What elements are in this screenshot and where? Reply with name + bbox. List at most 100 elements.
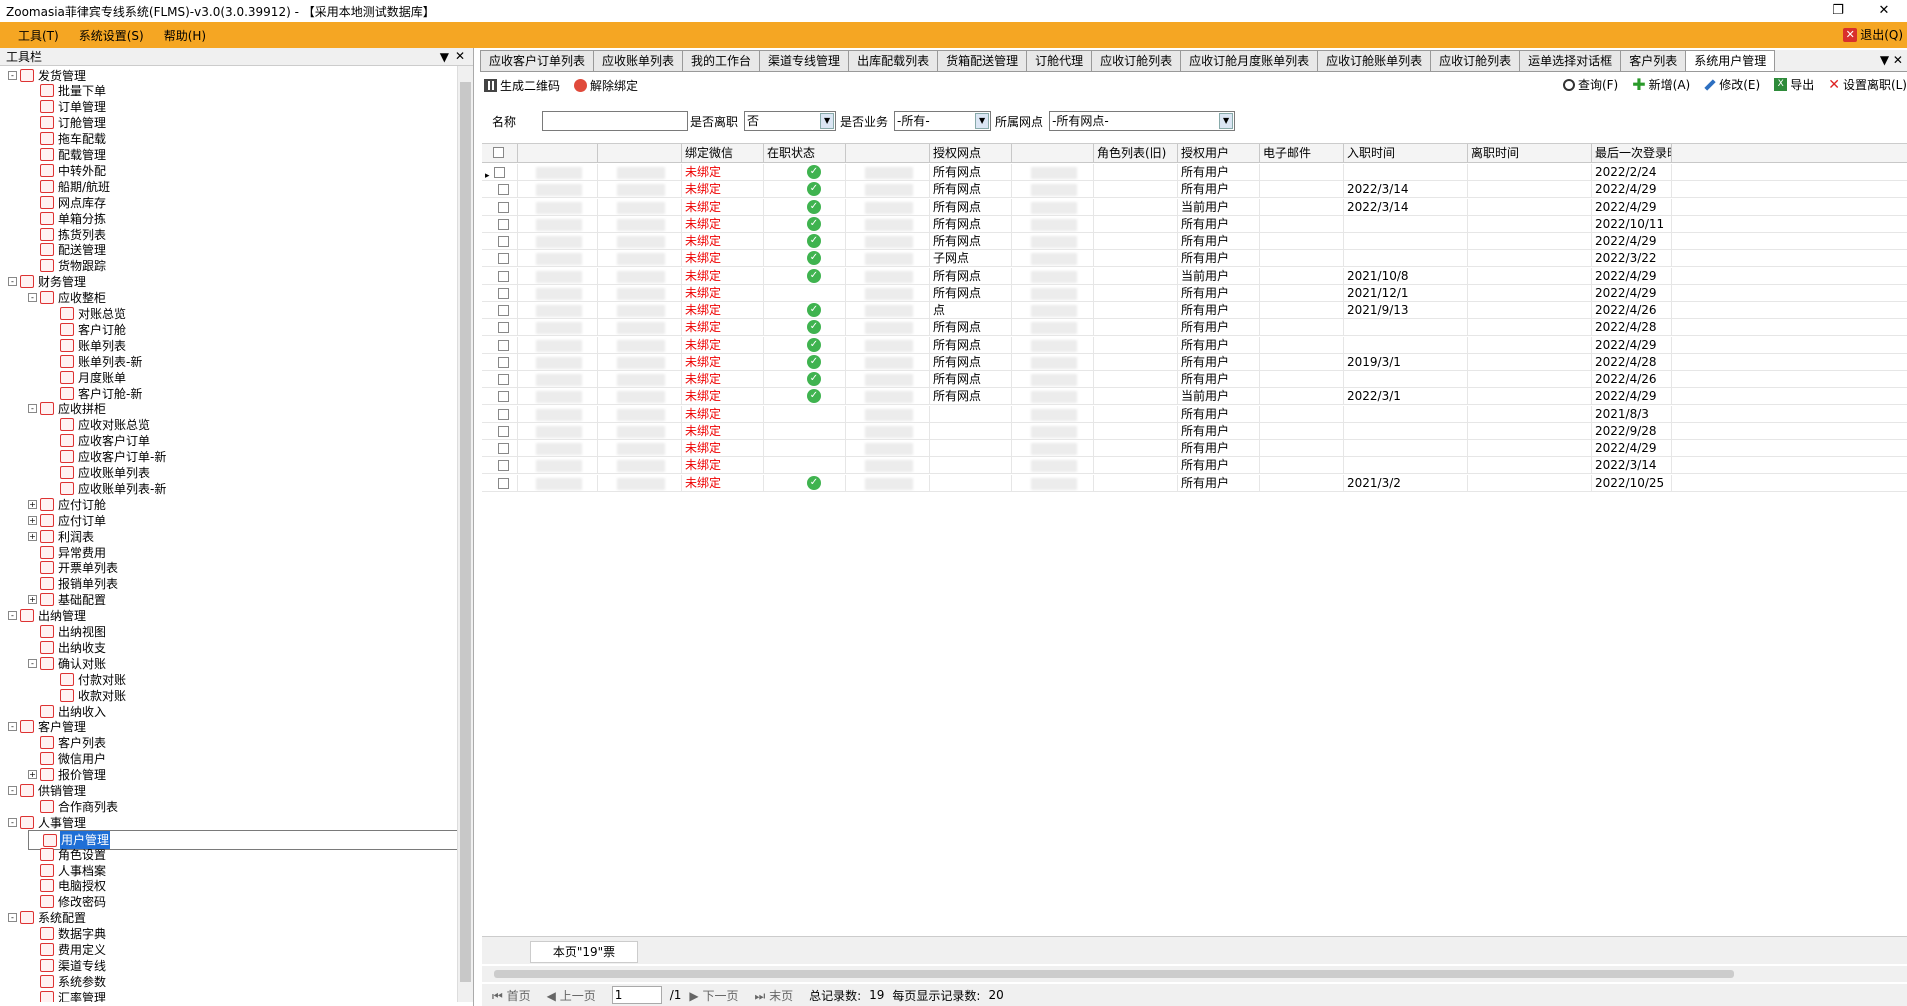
tree-item[interactable]: 微信用户 (28, 751, 107, 767)
tab[interactable]: 应收订舱账单列表 (1317, 50, 1432, 71)
column-header[interactable] (1012, 144, 1094, 163)
row-checkbox[interactable] (498, 184, 509, 196)
row-checkbox[interactable] (493, 167, 505, 178)
tab[interactable]: 应收订舱列表 (1091, 50, 1182, 71)
row-checkbox[interactable] (498, 443, 509, 454)
tree-item[interactable]: 人事档案 (28, 862, 107, 878)
tree-item[interactable]: 费用定义 (28, 942, 107, 958)
unbind-button[interactable]: 解除绑定 (574, 77, 638, 94)
tree-item[interactable]: 出纳视图 (28, 624, 107, 640)
column-header[interactable]: 离职时间 (1468, 144, 1592, 163)
tab-menu-icon[interactable]: ▼ ✕ (1880, 53, 1903, 67)
row-checkbox[interactable] (498, 374, 509, 385)
column-header[interactable]: 电子邮件 (1260, 144, 1344, 163)
column-header[interactable]: 角色列表(旧) (1094, 144, 1178, 163)
table-row[interactable]: 未绑定 ✓ 所有网点 所有用户 2022/4/28 (482, 319, 1907, 337)
tree-item[interactable]: 应收客户订单-新 (48, 449, 167, 465)
row-checkbox[interactable] (498, 270, 509, 282)
column-header[interactable] (518, 144, 598, 163)
row-checkbox[interactable] (498, 356, 509, 368)
table-row[interactable]: 未绑定 所有用户 2022/3/14 (482, 457, 1907, 475)
tree-item[interactable]: 船期/航班 (28, 178, 111, 194)
scroll-thumb[interactable] (494, 970, 1734, 978)
tab[interactable]: 出库配载列表 (848, 50, 939, 71)
tree-item[interactable]: - 财务管理 (8, 274, 87, 290)
tree-item[interactable]: + 应付订舱 (28, 496, 107, 512)
tab[interactable]: 应收订舱月度账单列表 (1180, 50, 1319, 71)
expander-icon[interactable]: + (28, 595, 37, 605)
tab[interactable]: 应收订舱列表 (1430, 50, 1521, 71)
tab[interactable]: 系统用户管理 (1685, 50, 1776, 71)
column-header[interactable] (598, 144, 682, 163)
table-row[interactable]: 未绑定 ✓ 所有网点 当前用户 2021/10/8 2022/4/29 (482, 267, 1907, 285)
expander-icon[interactable]: - (28, 658, 37, 668)
table-row[interactable]: 未绑定 ✓ 所有网点 当前用户 2022/3/1 2022/4/29 (482, 388, 1907, 406)
tree-item[interactable]: - 客户管理 (8, 719, 87, 735)
column-header[interactable]: 入职时间 (1344, 144, 1468, 163)
expander-icon[interactable]: - (8, 786, 17, 795)
tree-item[interactable]: - 发货管理 (8, 67, 87, 83)
tree-item[interactable]: 报销单列表 (28, 576, 119, 592)
expander-icon[interactable]: + (28, 770, 37, 780)
tree-item[interactable]: + 报价管理 (28, 767, 107, 783)
scroll-thumb[interactable] (460, 82, 471, 982)
column-header[interactable]: 在职状态 (764, 144, 846, 163)
table-row[interactable]: 未绑定 ✓ 所有网点 所有用户 2022/4/29 (482, 233, 1907, 250)
expander-icon[interactable]: + (28, 515, 37, 525)
tree-item[interactable]: - 确认对账 (28, 655, 107, 671)
row-checkbox[interactable] (498, 391, 509, 403)
row-checkbox[interactable] (498, 287, 509, 299)
tree-item[interactable]: 修改密码 (28, 894, 107, 910)
tree-item[interactable]: 电脑授权 (28, 878, 107, 894)
table-row[interactable]: 未绑定 ✓ 所有网点 所有用户 2022/4/26 (482, 371, 1907, 388)
row-checkbox[interactable] (498, 408, 509, 420)
tree-item[interactable]: + 基础配置 (28, 592, 107, 608)
tree-item[interactable]: + 利润表 (28, 528, 95, 544)
tree-item[interactable]: 角色设置 (28, 846, 107, 862)
restore-button[interactable]: ❐ (1815, 0, 1861, 22)
tree-item[interactable]: 收款对账 (48, 687, 127, 703)
row-checkbox[interactable] (498, 253, 509, 265)
tab[interactable]: 货箱配送管理 (937, 50, 1028, 71)
tree-item[interactable]: 客户列表 (28, 735, 107, 751)
tree-item[interactable]: 网点库存 (28, 194, 107, 210)
expander-icon[interactable]: - (8, 70, 17, 80)
tab[interactable]: 客户列表 (1620, 50, 1687, 71)
tree-item[interactable]: - 系统配置 (8, 910, 87, 926)
tree-item[interactable]: 应收对账总览 (48, 417, 151, 433)
tree-item[interactable]: 单箱分拣 (28, 210, 107, 226)
tree-item[interactable]: 拖车配载 (28, 131, 107, 147)
table-row[interactable]: 未绑定 ✓ 所有用户 2021/3/2 2022/10/25 (482, 474, 1907, 492)
export-button[interactable]: X 导出 (1774, 76, 1814, 93)
tree-item[interactable]: 数据字典 (28, 926, 107, 942)
business-select[interactable]: -所有- ▼ (894, 111, 992, 131)
tree-item[interactable]: 对账总览 (48, 306, 127, 322)
add-button[interactable]: ✚ 新增(A) (1632, 76, 1690, 93)
exit-button[interactable]: ✕ 退出(Q) (1843, 26, 1903, 43)
tab[interactable]: 渠道专线管理 (759, 50, 850, 71)
tree-item[interactable]: 账单列表 (48, 337, 127, 353)
row-checkbox[interactable] (498, 305, 509, 316)
table-row[interactable]: 未绑定 所有用户 2021/8/3 (482, 405, 1907, 423)
row-checkbox[interactable] (498, 425, 509, 437)
tree-item[interactable]: 出纳收支 (28, 639, 107, 655)
tree-item[interactable]: 月度账单 (48, 369, 127, 385)
tree-item[interactable]: 系统参数 (28, 973, 107, 989)
tree-item[interactable]: 开票单列表 (28, 560, 119, 576)
tree-item[interactable]: 异常费用 (28, 544, 107, 560)
row-checkbox[interactable] (498, 460, 509, 472)
tab[interactable]: 我的工作台 (682, 50, 761, 71)
tree-item[interactable]: 账单列表-新 (48, 353, 143, 369)
expander-icon[interactable]: - (8, 722, 17, 732)
expander-icon[interactable]: + (28, 531, 37, 541)
row-checkbox[interactable] (498, 236, 509, 247)
column-header[interactable]: 授权网点 (930, 144, 1012, 163)
last-page-button[interactable]: ⏭ 末页 (754, 987, 801, 1004)
tree-item[interactable]: 批量下单 (28, 83, 107, 99)
row-checkbox[interactable] (498, 339, 509, 351)
tree-item[interactable]: - 人事管理 (8, 814, 87, 830)
expander-icon[interactable]: - (8, 611, 17, 621)
table-row[interactable]: 未绑定 所有网点 所有用户 2021/12/1 2022/4/29 (482, 284, 1907, 302)
tree-item[interactable]: 配载管理 (28, 147, 107, 163)
tree-item[interactable]: 订单管理 (28, 99, 107, 115)
